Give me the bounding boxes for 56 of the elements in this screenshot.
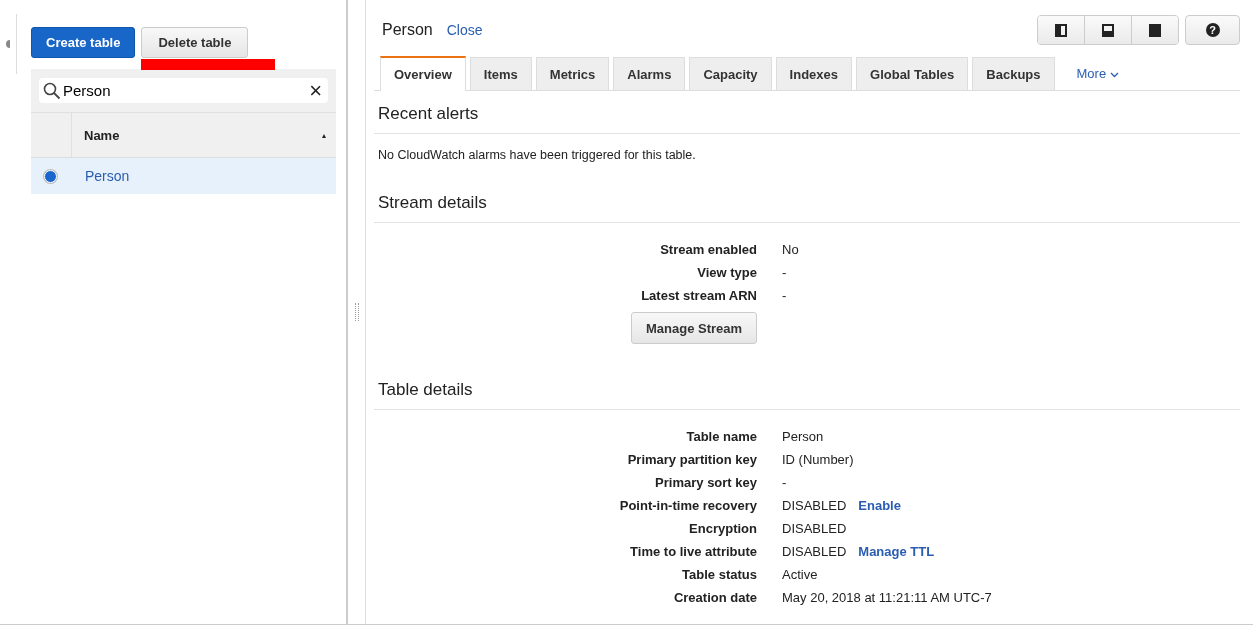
split-right-icon[interactable] bbox=[1038, 16, 1084, 44]
detail-label: Table status bbox=[681, 566, 757, 584]
tab[interactable]: Capacity bbox=[689, 57, 772, 90]
tab[interactable]: Backups bbox=[972, 57, 1055, 90]
detail-label: View type bbox=[696, 264, 757, 282]
detail-value: No bbox=[782, 241, 799, 259]
tab[interactable]: Indexes bbox=[775, 57, 853, 90]
delete-table-button[interactable]: Delete table bbox=[141, 27, 249, 58]
tab[interactable]: Metrics bbox=[535, 57, 610, 90]
more-tabs-link[interactable]: More bbox=[1076, 65, 1119, 81]
detail-value: DISABLED bbox=[782, 543, 847, 561]
detail-label: Table name bbox=[685, 428, 757, 446]
help-button[interactable]: ? bbox=[1185, 15, 1240, 45]
section-heading: Stream details bbox=[374, 180, 1240, 223]
detail-label: Encryption bbox=[688, 520, 757, 538]
split-bottom-icon[interactable] bbox=[1084, 16, 1131, 44]
search-field[interactable]: Person × bbox=[39, 78, 328, 103]
search-icon bbox=[43, 81, 61, 100]
resize-handle[interactable] bbox=[354, 303, 359, 321]
detail-value: ID (Number) bbox=[782, 451, 854, 469]
detail-value: Active bbox=[782, 566, 818, 584]
detail-label: Time to live attribute bbox=[629, 543, 757, 561]
detail-label: Primary partition key bbox=[626, 451, 757, 469]
full-view-icon[interactable] bbox=[1131, 16, 1178, 44]
section-heading: Recent alerts bbox=[374, 91, 1240, 134]
detail-value: - bbox=[782, 474, 787, 492]
detail-label: Primary sort key bbox=[654, 474, 757, 492]
panel-title: Person bbox=[382, 21, 433, 39]
table-row[interactable]: Person bbox=[31, 157, 336, 194]
detail-label: Creation date bbox=[672, 589, 757, 607]
detail-value: DISABLED bbox=[782, 497, 847, 515]
detail-value: May 20, 2018 at 11:21:11 AM UTC-7 bbox=[782, 589, 992, 607]
create-table-button[interactable]: Create table bbox=[31, 27, 136, 58]
sort-indicator[interactable]: ▴ bbox=[322, 130, 326, 140]
radio-button[interactable] bbox=[44, 169, 57, 183]
detail-label: Point-in-time recovery bbox=[618, 497, 757, 515]
manage-stream-button[interactable]: Manage Stream bbox=[631, 312, 758, 344]
detail-value: - bbox=[782, 264, 787, 282]
info-text: No CloudWatch alarms have been triggered for this table. bbox=[378, 148, 697, 162]
tab[interactable]: Items bbox=[469, 57, 532, 90]
detail-value: - bbox=[782, 287, 787, 305]
detail-value: DISABLED bbox=[782, 520, 847, 538]
section-heading: Table details bbox=[374, 354, 1240, 410]
tab[interactable]: Overview bbox=[380, 56, 466, 91]
clear-button[interactable]: × bbox=[309, 79, 322, 102]
tab[interactable]: Alarms bbox=[613, 57, 686, 90]
collapse-icon[interactable] bbox=[6, 40, 10, 48]
action-link[interactable]: Enable bbox=[858, 496, 901, 516]
column-header[interactable]: Name bbox=[84, 127, 322, 143]
detail-value: Person bbox=[782, 428, 824, 446]
close-link[interactable]: Close bbox=[446, 22, 483, 38]
chevron-down-icon bbox=[1109, 71, 1119, 78]
detail-label: Latest stream ARN bbox=[640, 287, 757, 305]
tab[interactable]: Global Tables bbox=[856, 57, 969, 90]
detail-label: Stream enabled bbox=[659, 241, 757, 259]
action-link[interactable]: Manage TTL bbox=[858, 542, 935, 562]
